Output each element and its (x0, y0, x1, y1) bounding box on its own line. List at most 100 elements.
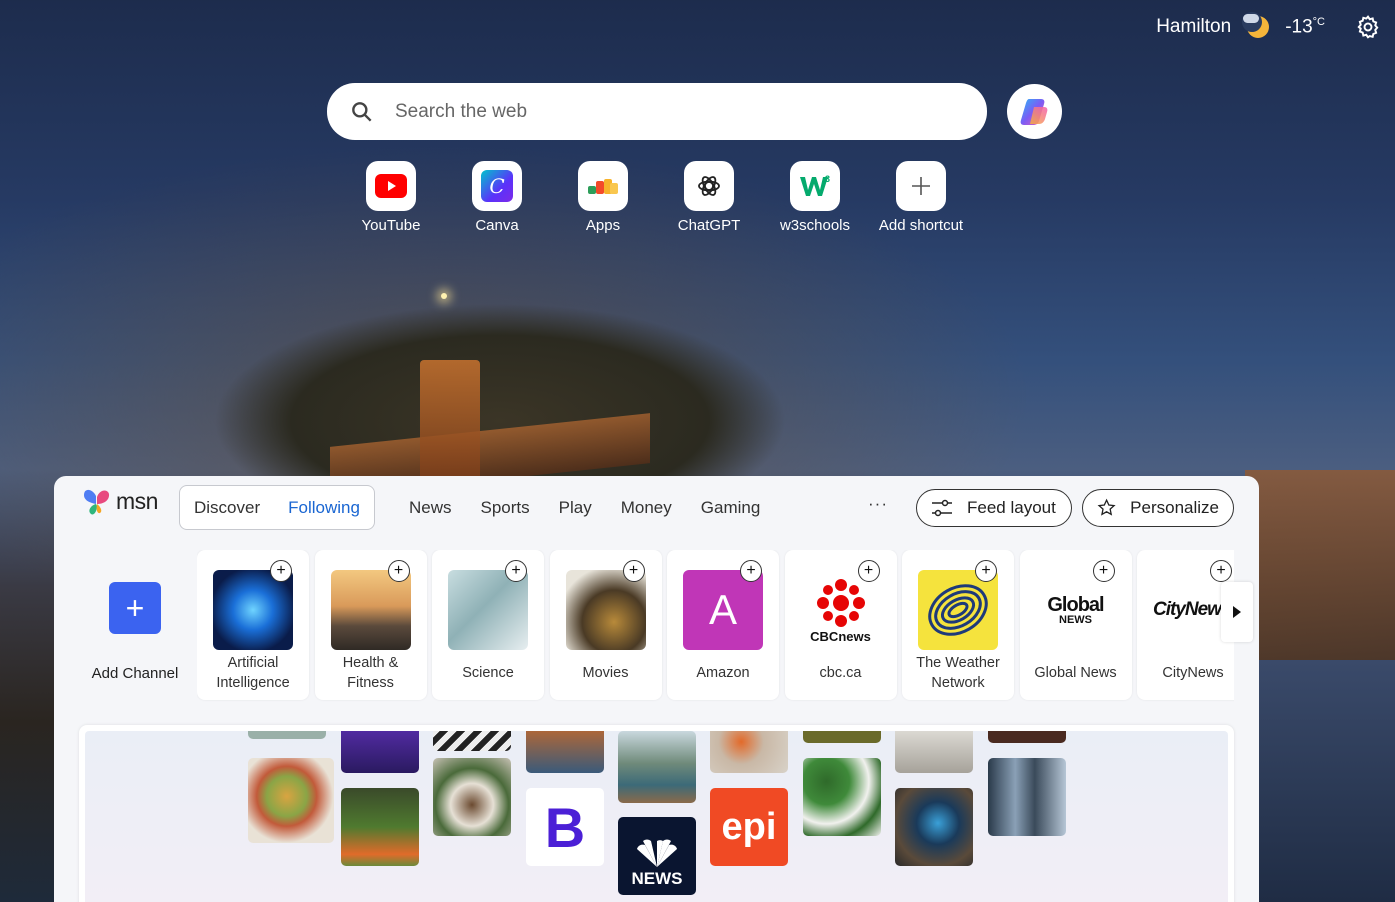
partly-cloudy-night-icon[interactable] (1241, 12, 1271, 42)
msn-feed-panel: msn Discover Following News Sports Play … (54, 476, 1259, 902)
science-icon (448, 570, 528, 650)
channel-card-citynews[interactable]: CityNews CityNews + (1137, 550, 1234, 700)
top-bar: Hamilton -13°C (1156, 12, 1381, 42)
background-sea (1255, 660, 1395, 902)
channels-row: Artificial Intelligence + Health & Fitne… (197, 550, 1234, 702)
sliders-icon (932, 499, 952, 517)
nav-play[interactable]: Play (559, 498, 592, 518)
channel-card-movies[interactable]: Movies + (549, 550, 662, 700)
channel-label: Artificial Intelligence (216, 655, 290, 691)
channel-label: Amazon (696, 665, 750, 681)
channel-label: Global News (1034, 665, 1117, 681)
collage-tile (248, 731, 326, 739)
personalize-label: Personalize (1130, 498, 1219, 517)
shortcut-label: w3schools (779, 217, 851, 234)
copilot-icon (1020, 98, 1047, 125)
channel-label: Movies (582, 665, 629, 681)
shortcut-add[interactable]: Add shortcut (868, 161, 974, 234)
chatgpt-icon (698, 176, 720, 196)
follow-plus-icon[interactable]: + (975, 560, 997, 582)
follow-plus-icon[interactable]: + (740, 560, 762, 582)
collage-tile (710, 731, 788, 773)
shortcut-label: Canva (475, 217, 519, 234)
weather-city[interactable]: Hamilton (1156, 16, 1231, 38)
collage-tile: B (526, 788, 604, 866)
follow-plus-icon[interactable]: + (387, 560, 410, 582)
msn-nav: News Sports Play Money Gaming (409, 498, 789, 518)
search-icon (352, 101, 372, 122)
feed-layout-button[interactable]: Feed layout (916, 489, 1072, 527)
channel-card-health[interactable]: Health & Fitness + (314, 550, 427, 700)
collage-tile (803, 731, 881, 743)
add-channel-card[interactable]: + Add Channel (74, 550, 196, 700)
collage-tile (803, 758, 881, 836)
channel-label: cbc.ca (819, 665, 862, 681)
nav-sports[interactable]: Sports (481, 498, 530, 518)
add-channel-label: Add Channel (91, 665, 179, 682)
movies-icon (565, 570, 646, 650)
follow-plus-icon[interactable]: + (1092, 560, 1115, 582)
collage-tile (248, 758, 334, 843)
shortcut-apps[interactable]: Apps (550, 161, 656, 234)
msn-butterfly-icon (84, 489, 110, 515)
follow-plus-icon[interactable]: + (270, 560, 292, 582)
collage-tile: epi (710, 788, 788, 866)
more-menu-button[interactable]: ··· (868, 494, 888, 514)
search-input[interactable] (395, 100, 935, 123)
channel-card-cbc[interactable]: CBCnews cbc.ca + (784, 550, 897, 700)
feed-tab-group: Discover Following (179, 485, 375, 530)
nav-gaming[interactable]: Gaming (701, 498, 761, 518)
channels-next-button[interactable] (1221, 582, 1253, 642)
add-channel-button[interactable]: + (109, 582, 161, 634)
feed-layout-label: Feed layout (967, 498, 1056, 517)
follow-plus-icon[interactable]: + (857, 560, 880, 582)
amazon-icon: A (683, 570, 763, 650)
follow-plus-icon[interactable]: + (1210, 560, 1232, 582)
shortcuts-row: YouTube C Canva Apps ChatGPT 3 w3schools… (338, 161, 974, 234)
svg-text:C: C (489, 174, 504, 198)
shortcut-label: YouTube (361, 217, 421, 234)
b-logo: B (544, 795, 586, 859)
shortcut-label: ChatGPT (677, 217, 741, 234)
epi-logo: epi (721, 805, 777, 848)
nav-news[interactable]: News (409, 498, 452, 518)
star-pencil-icon (1097, 498, 1116, 516)
personalize-button[interactable]: Personalize (1082, 489, 1234, 527)
cbc-icon: CBCnews (800, 570, 881, 650)
shortcut-label: Apps (585, 217, 621, 234)
weather-network-icon (918, 570, 998, 650)
channel-card-ai[interactable]: Artificial Intelligence + (197, 550, 309, 700)
search-box[interactable] (327, 83, 987, 140)
shortcut-w3schools[interactable]: 3 w3schools (762, 161, 868, 234)
channel-card-science[interactable]: Science + (432, 550, 544, 700)
collage-tile (988, 731, 1066, 743)
collage-tile (433, 731, 511, 751)
plus-icon (912, 177, 930, 195)
copilot-button[interactable] (1007, 84, 1062, 139)
shortcut-chatgpt[interactable]: ChatGPT (656, 161, 762, 234)
apps-icon (588, 179, 618, 194)
interest-collage: B NEWS epi (85, 731, 1228, 902)
w3schools-icon: 3 (800, 174, 830, 196)
follow-plus-icon[interactable]: + (622, 560, 645, 582)
collage-tile (895, 788, 973, 866)
shortcut-youtube[interactable]: YouTube (338, 161, 444, 234)
msn-logo[interactable]: msn (82, 486, 158, 516)
shortcut-canva[interactable]: C Canva (444, 161, 550, 234)
channel-card-amazon[interactable]: A Amazon + (667, 550, 779, 700)
shortcut-label: Add shortcut (878, 217, 964, 234)
nav-money[interactable]: Money (621, 498, 672, 518)
follow-plus-icon[interactable]: + (505, 560, 527, 582)
channel-card-weather-network[interactable]: The Weather Network + (902, 550, 1014, 700)
tab-discover[interactable]: Discover (194, 498, 260, 518)
svg-text:3: 3 (825, 174, 830, 184)
tab-following[interactable]: Following (288, 498, 360, 518)
collage-tile (433, 758, 511, 836)
settings-gear-icon[interactable] (1355, 14, 1381, 40)
channel-label: CityNews (1162, 665, 1224, 681)
chevron-right-icon (1233, 606, 1241, 618)
background-castle (420, 360, 480, 480)
collage-tile (988, 758, 1066, 836)
weather-temperature[interactable]: -13°C (1285, 16, 1325, 38)
channel-card-global-news[interactable]: Global NEWS Global News + (1019, 550, 1132, 700)
